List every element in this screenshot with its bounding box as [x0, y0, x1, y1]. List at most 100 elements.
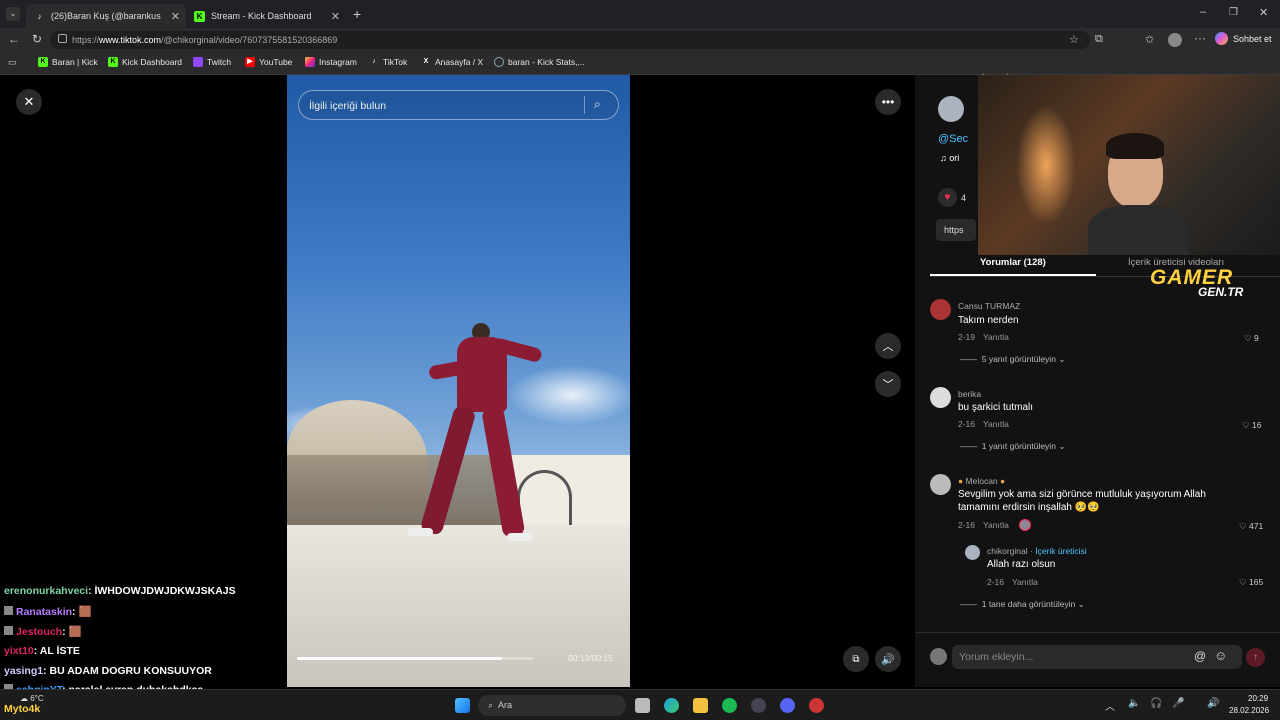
weather-icon[interactable]: ☁ 6°C: [20, 694, 44, 703]
chat-message: yasing1: BU ADAM DOGRU KONSUUYOR: [4, 665, 212, 677]
comment-like[interactable]: ♡ 16: [1242, 420, 1261, 431]
like-button[interactable]: ♥: [938, 188, 957, 207]
author-handle[interactable]: @Sec: [938, 133, 968, 145]
tray-headset-icon[interactable]: 🎧: [1150, 698, 1162, 709]
spotify-icon[interactable]: [722, 698, 737, 713]
reading-icon[interactable]: ▭: [8, 57, 17, 68]
reply-avatar[interactable]: [965, 545, 980, 560]
related-search-input[interactable]: İlgili içeriği bulun ⌕: [298, 90, 619, 120]
send-comment-button[interactable]: ↑: [1246, 648, 1265, 667]
bookmark-kick-stats[interactable]: baran - Kick Stats,...: [494, 57, 585, 67]
clock-time[interactable]: 20:29: [1248, 694, 1268, 703]
comment-avatar[interactable]: [930, 387, 951, 408]
emoji-icon[interactable]: ☺: [1214, 648, 1227, 663]
mention-icon[interactable]: @: [1194, 649, 1206, 663]
view-replies-button[interactable]: —— 1 yanıt görüntüleyin ⌄: [960, 441, 1065, 452]
reload-icon[interactable]: ↻: [32, 32, 42, 46]
author-avatar[interactable]: [938, 96, 964, 122]
reply-author[interactable]: chikorginal · İçerik üreticisi: [987, 546, 1087, 556]
copilot-button[interactable]: Sohbet et: [1215, 32, 1272, 45]
reply-date: 2-16: [987, 577, 1005, 587]
chat-user: Ranataskin: [16, 606, 73, 618]
next-video-button[interactable]: ﹀: [875, 371, 901, 397]
volume-button[interactable]: 🔊: [875, 646, 901, 672]
profile-avatar[interactable]: [1168, 33, 1182, 47]
comment-avatar[interactable]: [930, 474, 951, 495]
comment-like[interactable]: ♡ 471: [1239, 521, 1263, 532]
windows-start-icon[interactable]: [455, 698, 470, 713]
copilot-label: Sohbet et: [1233, 33, 1272, 44]
close-video-button[interactable]: ✕: [16, 89, 42, 115]
reply-button[interactable]: Yanıtla: [983, 332, 1009, 342]
close-tab-icon[interactable]: ✕: [171, 10, 180, 23]
tab-list-button[interactable]: ⌄: [6, 7, 20, 21]
progress-track[interactable]: [297, 657, 533, 660]
bookmark-tiktok[interactable]: ♪ TikTok: [369, 57, 407, 67]
view-replies-button[interactable]: —— 5 yanıt görüntüleyin ⌄: [960, 354, 1065, 365]
tab-kick-dashboard[interactable]: K Stream - Kick Dashboard ✕: [186, 4, 346, 28]
taskbar-search-label: Ara: [498, 700, 513, 710]
tab-comments[interactable]: Yorumlar (128): [980, 257, 1046, 268]
reply-button[interactable]: Yanıtla: [1012, 577, 1038, 587]
favorite-star-icon[interactable]: ☆: [1069, 33, 1079, 46]
bookmark-instagram[interactable]: Instagram: [305, 57, 357, 67]
more-menu-icon[interactable]: ···: [1194, 31, 1206, 45]
search-icon[interactable]: ⌕: [594, 97, 601, 112]
comment-like[interactable]: ♡ 9: [1244, 333, 1259, 344]
bookmark-x[interactable]: X Anasayfa / X: [421, 57, 484, 67]
bookmark-youtube[interactable]: ▶ YouTube: [245, 57, 292, 67]
previous-video-button[interactable]: ︿: [875, 333, 901, 359]
tab-tiktok[interactable]: ♪ (26)Baran Kuş (@barankusss) ✕: [26, 4, 186, 28]
more-options-button[interactable]: •••: [875, 89, 901, 115]
bookmark-kick-dashboard[interactable]: K Kick Dashboard: [108, 57, 182, 67]
miniplayer-button[interactable]: ⧉: [843, 646, 869, 672]
chevron-down-icon: ⌄: [1058, 354, 1066, 364]
maximize-button[interactable]: ❐: [1229, 7, 1238, 18]
tray-audio-icon[interactable]: 🔈: [1128, 698, 1140, 709]
reply-button[interactable]: Yanıtla: [983, 520, 1009, 530]
url-path: /@chikorginal/video/7607375581520366869: [161, 35, 338, 45]
back-icon[interactable]: ←: [8, 32, 20, 46]
app-icon[interactable]: [751, 698, 766, 713]
minimize-button[interactable]: –: [1200, 6, 1206, 18]
tray-mic-icon[interactable]: 🎤: [1172, 698, 1184, 709]
comment-author[interactable]: berika: [958, 389, 981, 399]
site-info-icon[interactable]: [58, 34, 67, 43]
stats-icon: [494, 57, 504, 67]
discord-icon[interactable]: [780, 698, 795, 713]
bookmark-twitch[interactable]: Twitch: [193, 57, 231, 67]
reply-button[interactable]: Yanıtla: [983, 419, 1009, 429]
kick-icon: K: [108, 57, 118, 67]
video-player[interactable]: 00:13/00:15: [287, 75, 630, 687]
link-box[interactable]: https: [936, 219, 976, 241]
tray-volume-icon[interactable]: 🔊: [1207, 698, 1219, 709]
close-tab-icon[interactable]: ✕: [331, 10, 340, 23]
comment-avatar[interactable]: [930, 299, 951, 320]
new-tab-button[interactable]: +: [353, 6, 361, 22]
url-host: www.tiktok.com: [99, 35, 162, 45]
tray-chevron-icon[interactable]: ︿: [1105, 698, 1115, 713]
comment-input[interactable]: Yorum ekleyin... @ ☺: [952, 645, 1242, 669]
app-icon[interactable]: [809, 698, 824, 713]
extensions-icon[interactable]: ⧉: [1095, 33, 1103, 46]
taskbar-search[interactable]: ⌕ Ara: [478, 695, 626, 716]
task-view-icon[interactable]: [635, 698, 650, 713]
comment-author[interactable]: ● Melocan ●: [958, 476, 1005, 486]
chat-user: Jestouch: [16, 626, 63, 638]
chat-text: : 🟫: [62, 626, 82, 638]
comment-date: 2-16: [958, 520, 976, 530]
favorites-icon[interactable]: ✩: [1145, 33, 1154, 46]
tab-tiktok-title: (26)Baran Kuş (@barankusss): [51, 11, 161, 21]
edge-icon[interactable]: [664, 698, 679, 713]
bookmark-baran-kick[interactable]: K Baran | Kick: [38, 57, 98, 67]
music-label[interactable]: ♫ ori: [940, 153, 959, 163]
comment-author[interactable]: Cansu TURMAZ: [958, 301, 1020, 311]
chevron-down-icon: ⌄: [1058, 441, 1066, 451]
file-explorer-icon[interactable]: [693, 698, 708, 713]
clock-date[interactable]: 28.02.2026: [1229, 706, 1269, 715]
comment-like[interactable]: ♡ 165: [1239, 577, 1263, 588]
view-more-replies-button[interactable]: —— 1 tane daha görüntüleyin ⌄: [960, 599, 1085, 610]
url-field[interactable]: https://www.tiktok.com/@chikorginal/vide…: [50, 31, 1090, 49]
kick-icon: K: [194, 10, 205, 22]
close-window-button[interactable]: ✕: [1259, 6, 1268, 19]
